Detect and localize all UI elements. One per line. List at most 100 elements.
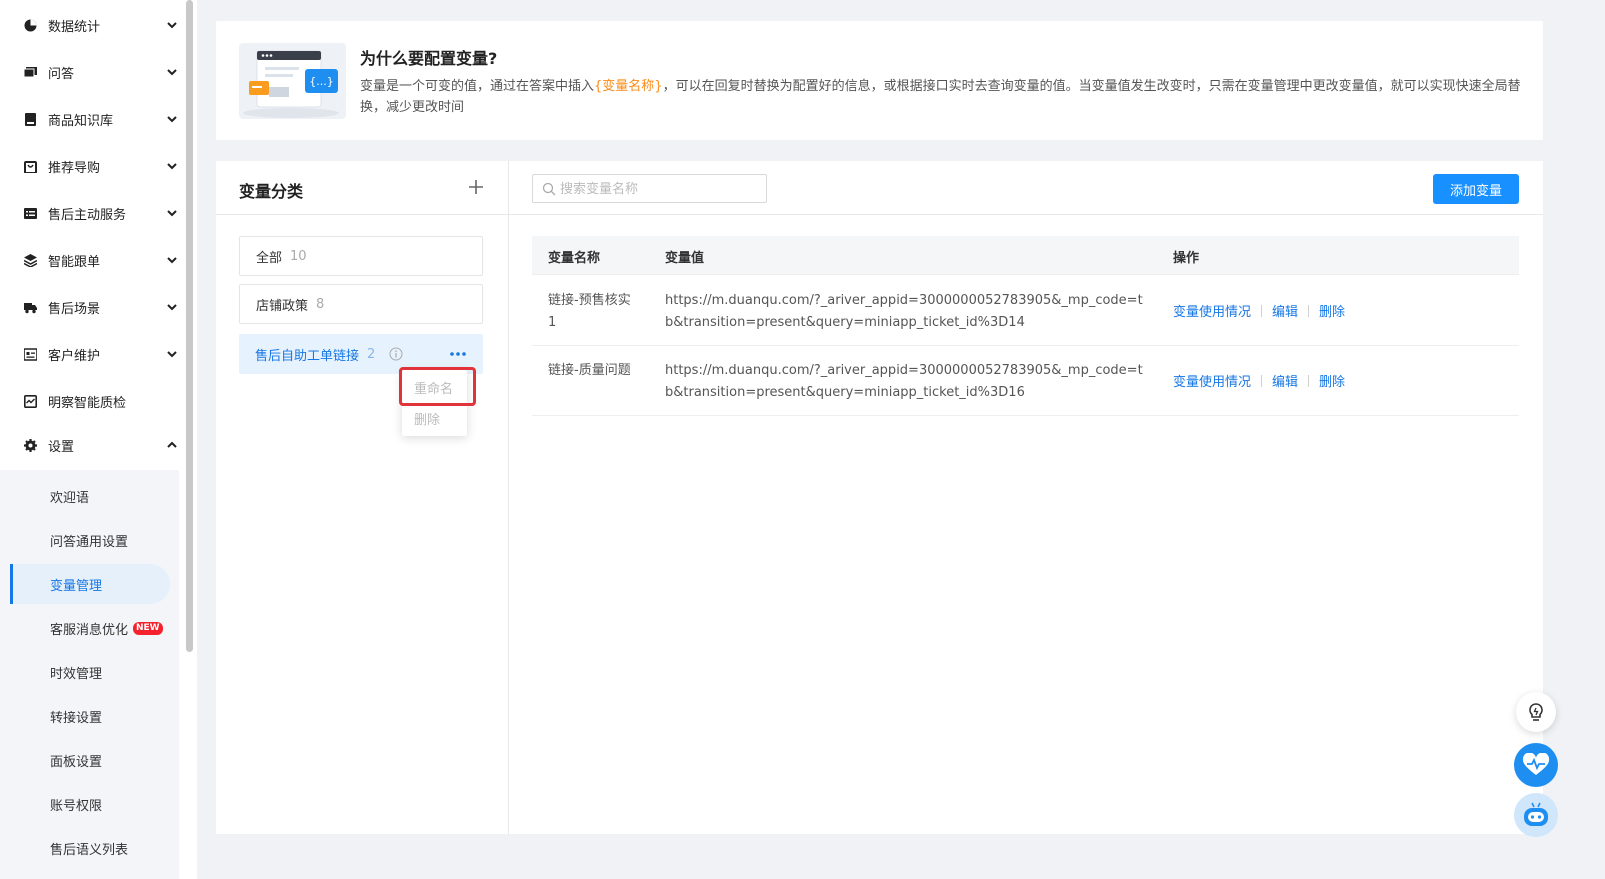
delete-link[interactable]: 删除 [1319, 371, 1345, 390]
nav-item-smart-followup[interactable]: 智能跟单 [0, 248, 183, 272]
submenu-item-transfer[interactable]: 转接设置 [0, 696, 179, 736]
new-badge: NEW [133, 622, 163, 635]
monitor-icon [24, 394, 37, 408]
shopping-bag-icon [24, 160, 37, 173]
chat-icon [24, 66, 37, 79]
category-item-all[interactable]: 全部 10 [239, 236, 483, 276]
nav-label: 设置 [48, 439, 75, 455]
delete-menu-item[interactable]: 删除 [402, 404, 467, 432]
more-icon[interactable] [449, 347, 467, 361]
settings-submenu: 欢迎语 问答通用设置 变量管理 客服消息优化 NEW 时效管理 转接设置 面板设置… [0, 470, 179, 879]
lightbulb-icon [1529, 703, 1543, 721]
intro-description: 变量是一个可变的值，通过在答案中插入{变量名称}，可以在回复时替换为配置好的信息… [360, 76, 1525, 118]
submenu-label: 变量管理 [50, 578, 103, 594]
category-label: 售后自助工单链接 [255, 348, 360, 364]
usage-link[interactable]: 变量使用情况 [1173, 371, 1251, 390]
submenu-item-qa-settings[interactable]: 问答通用设置 [0, 520, 179, 560]
submenu-label: 面板设置 [50, 754, 103, 770]
info-icon[interactable] [389, 347, 403, 361]
truck-icon [24, 301, 37, 314]
monitor-button[interactable] [1514, 743, 1558, 787]
nav-item-recommend[interactable]: 推荐导购 [0, 154, 183, 178]
gear-icon [24, 438, 37, 452]
submenu-label: 问答通用设置 [50, 534, 129, 550]
category-item-store-policy[interactable]: 店铺政策 8 [239, 284, 483, 324]
list-icon [24, 207, 37, 220]
submenu-item-welcome[interactable]: 欢迎语 [0, 476, 179, 516]
row-actions: 变量使用情况 编辑 删除 [1173, 371, 1345, 390]
category-count: 8 [316, 296, 325, 312]
category-panel: 变量分类 全部 10 店铺政策 8 售后自助工单链接 2 [216, 161, 508, 834]
submenu-item-permissions[interactable]: 账号权限 [0, 784, 179, 824]
nav-item-aftersale-scene[interactable]: 售后场景 [0, 295, 183, 319]
nav-label: 智能跟单 [48, 254, 101, 270]
column-header-ops: 操作 [1173, 251, 1200, 266]
nav-item-quality-check[interactable]: 明察智能质检 [0, 389, 183, 413]
plus-icon[interactable] [468, 179, 484, 195]
submenu-item-panel[interactable]: 面板设置 [0, 740, 179, 780]
submenu-item-timeliness[interactable]: 时效管理 [0, 652, 179, 692]
chevron-down-icon [167, 22, 177, 29]
chevron-down-icon [167, 163, 177, 170]
submenu-label: 客服消息优化 [50, 622, 129, 638]
nav-item-product-kb[interactable]: 商品知识库 [0, 107, 183, 131]
nav-label: 明察智能质检 [48, 395, 127, 411]
nav-label: 数据统计 [48, 19, 101, 35]
nav-item-aftersale-service[interactable]: 售后主动服务 [0, 201, 183, 225]
search-box [532, 174, 767, 203]
chevron-down-icon [167, 304, 177, 311]
chevron-down-icon [167, 257, 177, 264]
category-title: 变量分类 [239, 182, 304, 201]
intro-card: {...} 为什么要配置变量? 变量是一个可变的值，通过在答案中插入{变量名称}… [216, 21, 1543, 140]
submenu-label: 售后语义列表 [50, 842, 129, 858]
usage-link[interactable]: 变量使用情况 [1173, 301, 1251, 320]
submenu-label: 转接设置 [50, 710, 103, 726]
table-header: 变量名称 变量值 操作 [532, 236, 1519, 275]
desc-highlight: {变量名称} [594, 79, 663, 94]
divider [1261, 374, 1263, 387]
chevron-down-icon [167, 116, 177, 123]
nav-label: 问答 [48, 66, 75, 82]
book-icon [24, 112, 37, 126]
chevron-down-icon [167, 351, 177, 358]
edit-link[interactable]: 编辑 [1272, 371, 1298, 390]
submenu-label: 账号权限 [50, 798, 103, 814]
chevron-up-icon [167, 441, 177, 448]
nav-label: 商品知识库 [48, 113, 114, 129]
divider [1261, 304, 1263, 317]
category-count: 2 [367, 346, 376, 362]
column-header-value: 变量值 [665, 251, 705, 266]
sidebar-scrollbar[interactable] [186, 0, 193, 652]
tips-button[interactable] [1516, 692, 1556, 732]
search-input[interactable] [560, 179, 760, 199]
header-divider [216, 214, 1543, 215]
highlight-box [399, 367, 476, 406]
submenu-label: 时效管理 [50, 666, 103, 682]
assistant-bot-button[interactable] [1514, 793, 1558, 837]
edit-link[interactable]: 编辑 [1272, 301, 1298, 320]
pie-chart-icon [24, 19, 37, 32]
robot-icon [1524, 802, 1548, 826]
divider [1308, 374, 1310, 387]
column-header-name: 变量名称 [548, 251, 601, 266]
add-variable-button[interactable]: 添加变量 [1433, 174, 1519, 204]
category-label: 全部 [256, 250, 283, 266]
variable-name: 链接-质量问题 [548, 363, 631, 378]
delete-link[interactable]: 删除 [1319, 301, 1345, 320]
nav-label: 客户维护 [48, 348, 101, 364]
nav-label: 推荐导购 [48, 160, 101, 176]
submenu-item-message-optimize[interactable]: 客服消息优化 NEW [0, 608, 179, 648]
table-row: 链接-预售核实1 https://m.duanqu.com/?_ariver_a… [532, 276, 1519, 346]
desc-text: 变量是一个可变的值，通过在答案中插入 [360, 79, 595, 94]
nav-item-settings[interactable]: 设置 [0, 433, 183, 457]
nav-item-customer-care[interactable]: 客户维护 [0, 342, 183, 366]
category-count: 10 [290, 248, 307, 264]
submenu-label: 欢迎语 [50, 490, 90, 506]
nav-item-qa[interactable]: 问答 [0, 60, 183, 84]
submenu-item-semantics[interactable]: 售后语义列表 [0, 828, 179, 868]
submenu-item-variables[interactable]: 变量管理 [10, 564, 170, 604]
variables-panel: 添加变量 变量名称 变量值 操作 链接-预售核实1 https://m.duan… [509, 161, 1543, 834]
id-card-icon [24, 347, 37, 361]
search-icon [542, 182, 556, 196]
nav-item-data-stats[interactable]: 数据统计 [0, 13, 183, 37]
